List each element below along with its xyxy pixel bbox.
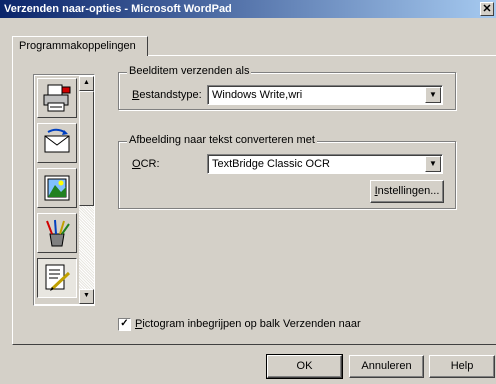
scroll-up-icon[interactable]: ▲ (79, 76, 94, 91)
tab-label: Programmakoppelingen (19, 40, 136, 52)
icon-column (35, 76, 79, 304)
close-icon[interactable]: ✕ (480, 2, 494, 16)
program-icon-list: ▲ ▼ (33, 74, 95, 306)
settings-button[interactable]: Instellingen... (370, 180, 444, 203)
ocr-group-title: Afbeelding naar tekst converteren met (127, 134, 317, 146)
image-icon[interactable] (37, 168, 77, 208)
ok-button[interactable]: OK (266, 354, 343, 379)
tab-programmakoppelingen[interactable]: Programmakoppelingen (12, 36, 148, 56)
include-icon-label[interactable]: Pictogram inbegrijpen op balk Verzenden … (135, 318, 361, 330)
send-mail-icon[interactable] (37, 123, 77, 163)
scroll-thumb[interactable] (79, 91, 94, 206)
ocr-label: OCR: (132, 158, 160, 170)
filetype-label: Bestandstype: (132, 89, 202, 101)
filetype-value: Windows Write,wri (212, 89, 303, 101)
window-title: Verzenden naar-opties - Microsoft WordPa… (4, 3, 232, 15)
icon-list-scrollbar[interactable]: ▲ ▼ (79, 76, 94, 304)
include-icon-checkbox[interactable]: ✓ (118, 318, 131, 331)
paint-brushes-icon[interactable] (37, 213, 77, 253)
chevron-down-icon[interactable]: ▼ (425, 156, 441, 172)
chevron-down-icon[interactable]: ▼ (425, 87, 441, 103)
document-edit-icon[interactable] (37, 258, 77, 298)
scroll-down-icon[interactable]: ▼ (79, 289, 94, 304)
send-as-group-title: Beelditem verzenden als (127, 65, 252, 77)
cancel-button[interactable]: Annuleren (349, 355, 424, 378)
ocr-value: TextBridge Classic OCR (212, 158, 330, 170)
help-button[interactable]: Help (429, 355, 495, 378)
title-bar: Verzenden naar-opties - Microsoft WordPa… (0, 0, 496, 18)
ocr-select[interactable]: TextBridge Classic OCR ▼ (207, 154, 443, 174)
print-fax-icon[interactable] (37, 78, 77, 118)
filetype-select[interactable]: Windows Write,wri ▼ (207, 85, 443, 105)
